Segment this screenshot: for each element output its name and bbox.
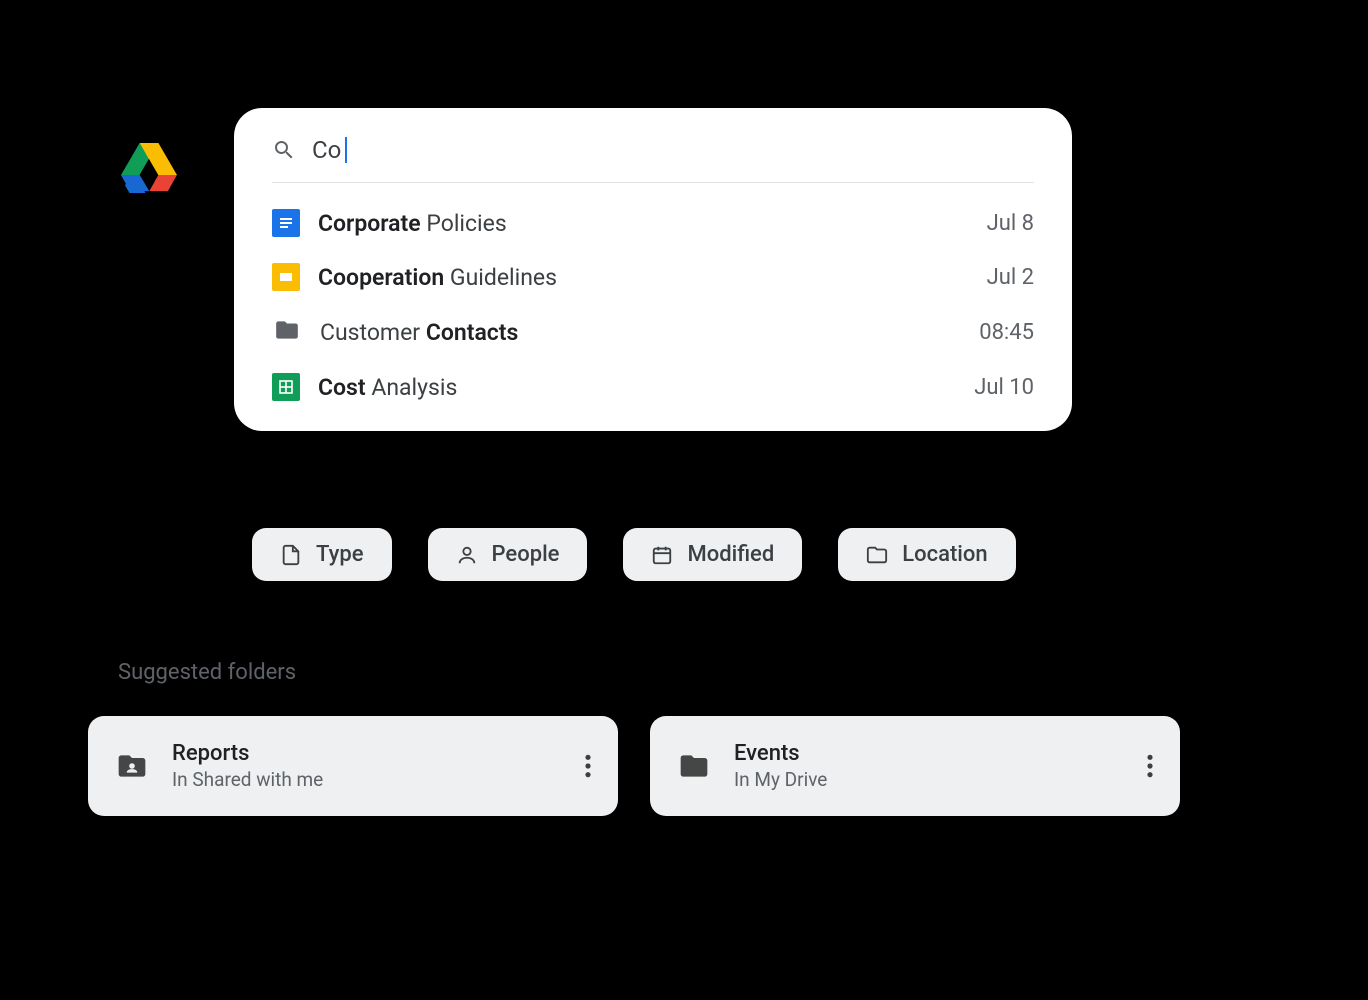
suggested-folders-heading: Suggested folders: [118, 660, 296, 685]
search-results: Corporate Policies Jul 8 Cooperation Gui…: [272, 209, 1034, 401]
folder-icon: [676, 750, 712, 782]
chip-location[interactable]: Location: [838, 528, 1015, 581]
search-icon: [272, 138, 296, 162]
result-customer-contacts[interactable]: Customer Contacts 08:45: [272, 317, 1034, 347]
result-title: Corporate Policies: [318, 210, 969, 237]
folder-location: In My Drive: [734, 768, 1124, 791]
search-input[interactable]: Co: [312, 136, 347, 164]
search-panel: Co Corporate Policies Jul 8 Cooperation …: [234, 108, 1072, 431]
folder-card-text: Reports In Shared with me: [172, 741, 562, 791]
chip-label: People: [492, 542, 560, 567]
result-date: Jul 10: [974, 375, 1034, 400]
chip-label: Type: [316, 542, 364, 567]
folder-outline-icon: [866, 544, 888, 566]
folder-card-text: Events In My Drive: [734, 741, 1124, 791]
result-date: Jul 8: [987, 211, 1034, 236]
folder-icon: [272, 317, 302, 347]
more-icon[interactable]: [584, 753, 592, 779]
person-icon: [456, 544, 478, 566]
filter-chips: Type People Modified Location: [252, 528, 1016, 581]
folder-card-reports[interactable]: Reports In Shared with me: [88, 716, 618, 816]
folder-name: Reports: [172, 741, 562, 766]
result-corporate-policies[interactable]: Corporate Policies Jul 8: [272, 209, 1034, 237]
slides-icon: [272, 263, 300, 291]
docs-icon: [272, 209, 300, 237]
file-icon: [280, 544, 302, 566]
result-title: Cost Analysis: [318, 374, 956, 401]
folder-card-events[interactable]: Events In My Drive: [650, 716, 1180, 816]
folder-location: In Shared with me: [172, 768, 562, 791]
drive-logo: [121, 143, 177, 193]
result-date: 08:45: [979, 320, 1034, 345]
sheets-icon: [272, 373, 300, 401]
search-query-text: Co: [312, 136, 341, 164]
more-icon[interactable]: [1146, 753, 1154, 779]
chip-type[interactable]: Type: [252, 528, 392, 581]
chip-label: Location: [902, 542, 987, 567]
shared-folder-icon: [114, 750, 150, 782]
chip-label: Modified: [687, 542, 774, 567]
chip-people[interactable]: People: [428, 528, 588, 581]
suggested-folders-row: Reports In Shared with me Events In My D…: [88, 716, 1180, 816]
text-caret: [345, 137, 347, 163]
result-cost-analysis[interactable]: Cost Analysis Jul 10: [272, 373, 1034, 401]
result-title: Cooperation Guidelines: [318, 264, 969, 291]
result-title: Customer Contacts: [320, 319, 961, 346]
folder-name: Events: [734, 741, 1124, 766]
chip-modified[interactable]: Modified: [623, 528, 802, 581]
calendar-icon: [651, 544, 673, 566]
search-row[interactable]: Co: [272, 136, 1034, 183]
result-cooperation-guidelines[interactable]: Cooperation Guidelines Jul 2: [272, 263, 1034, 291]
result-date: Jul 2: [987, 265, 1034, 290]
